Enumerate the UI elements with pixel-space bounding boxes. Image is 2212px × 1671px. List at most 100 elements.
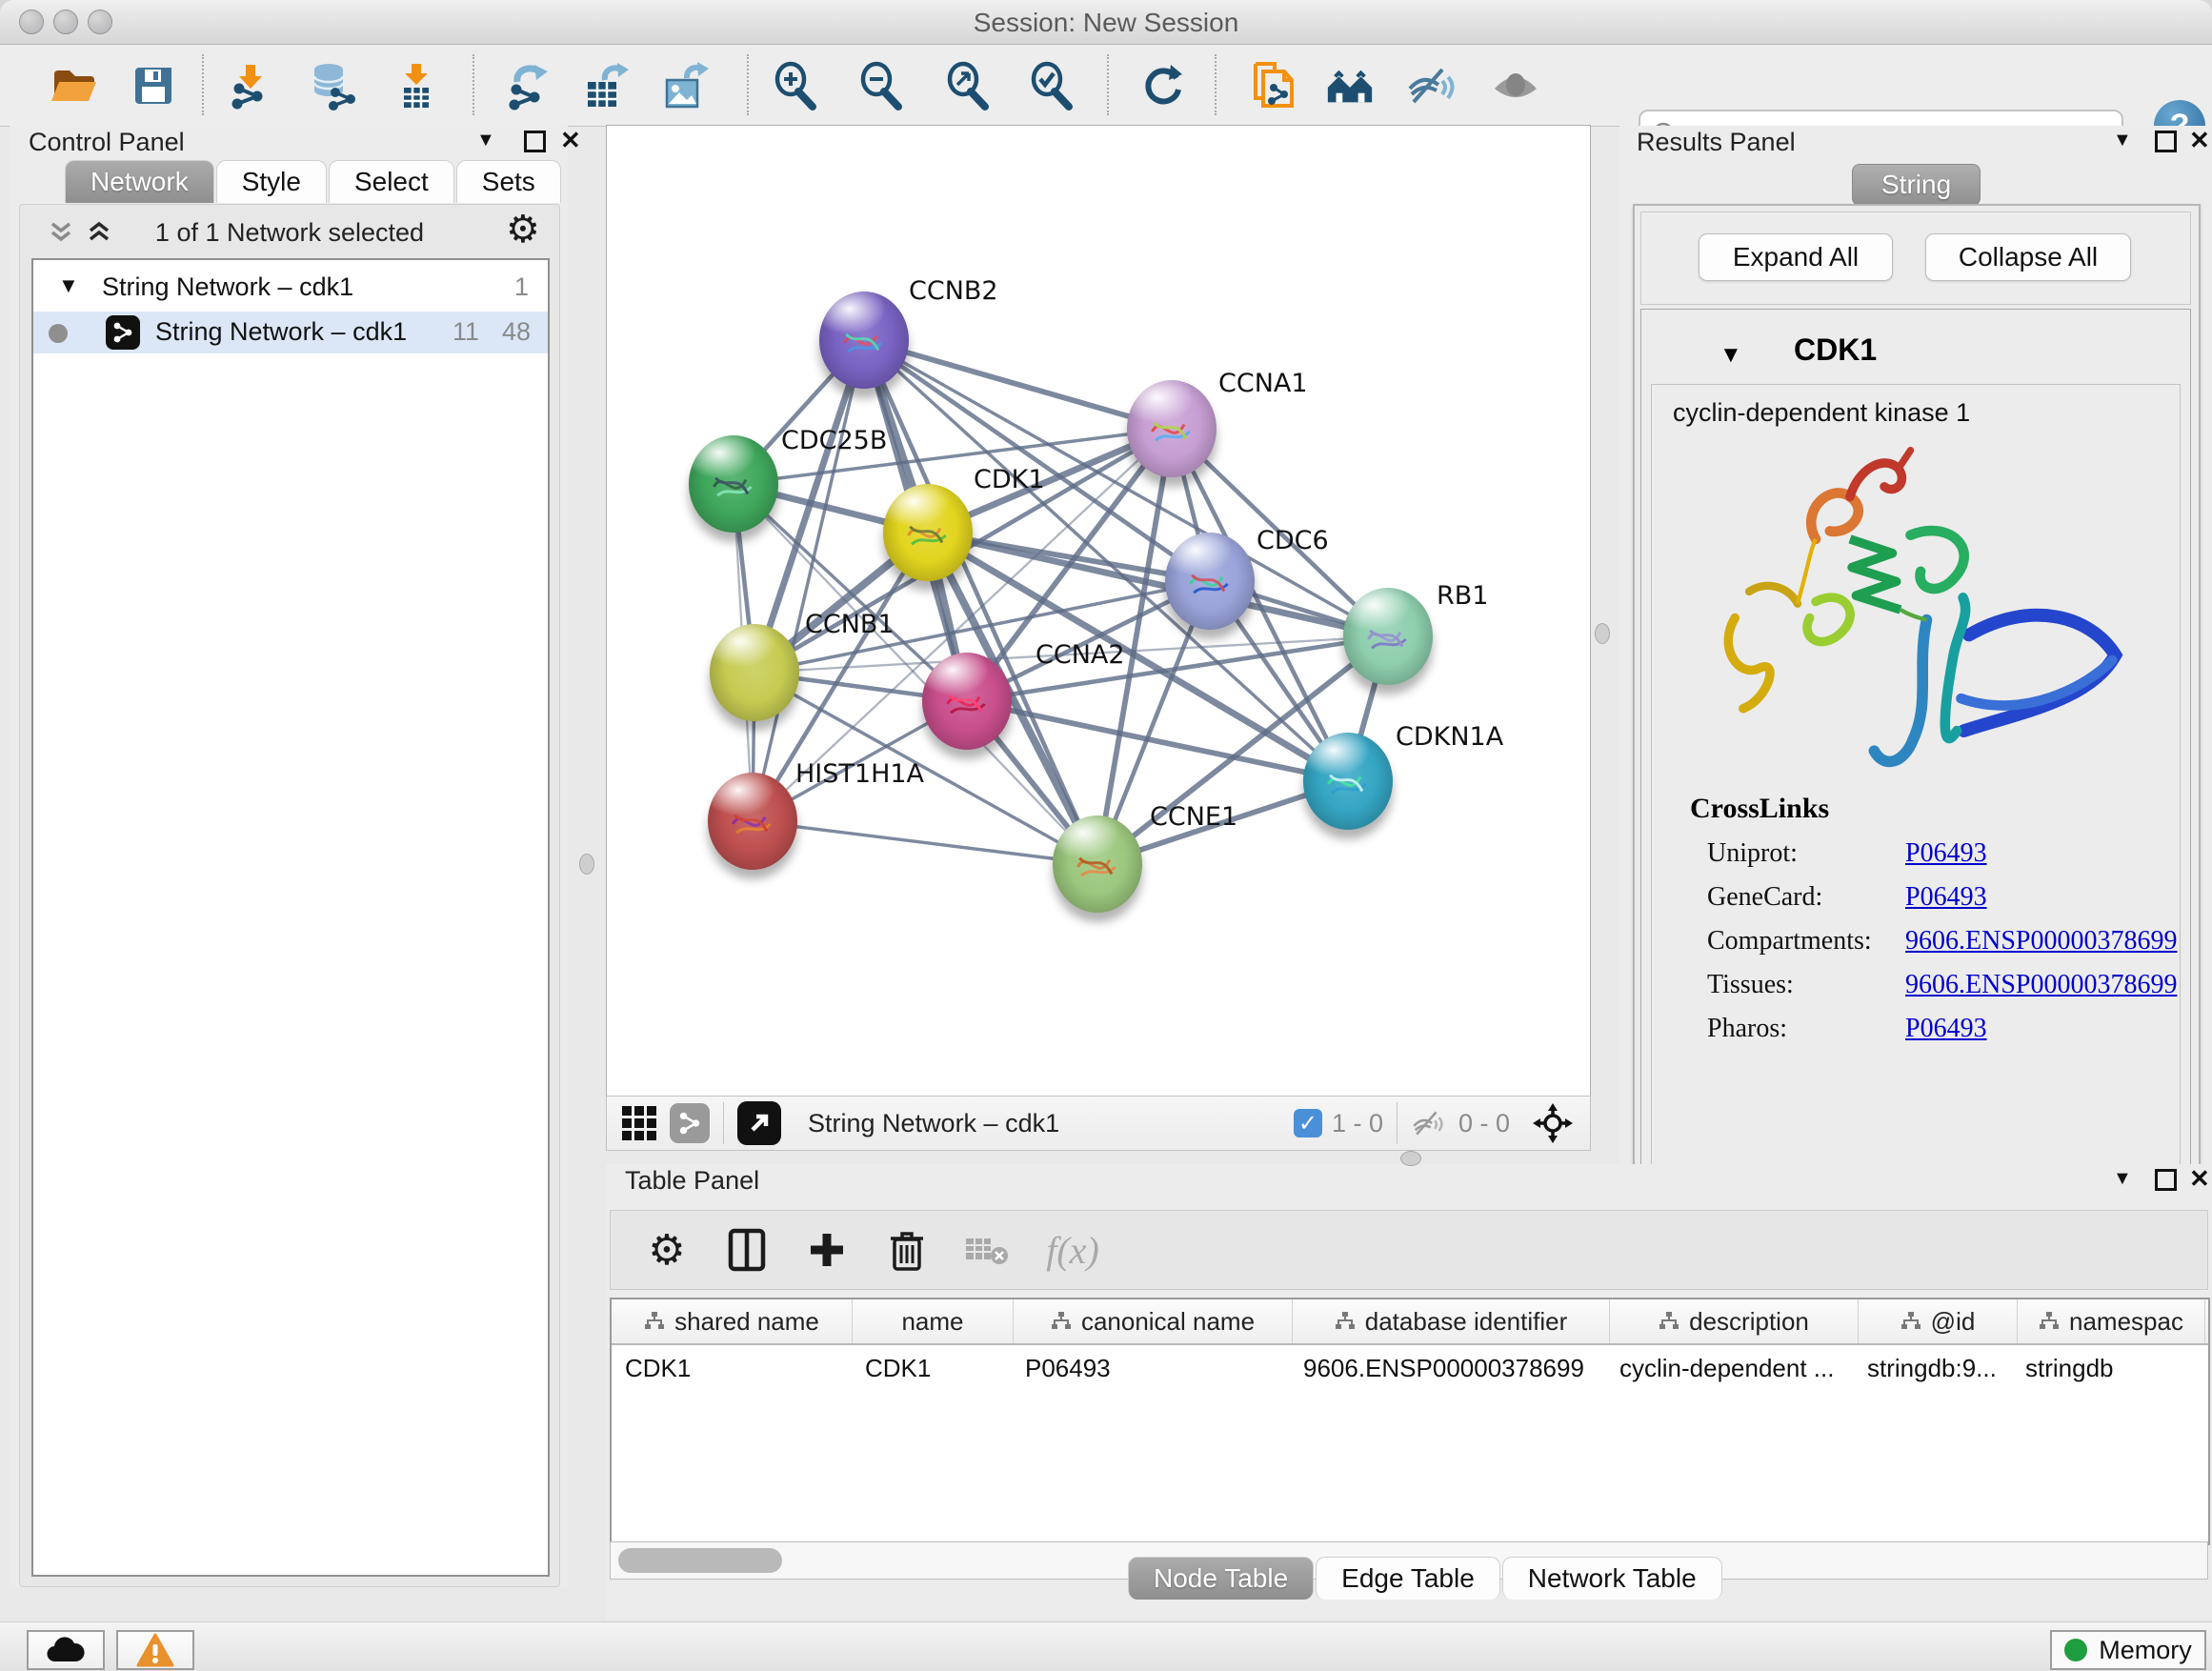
section-caret-icon[interactable]: ▼	[1719, 342, 1742, 369]
tab-style[interactable]: Style	[216, 160, 327, 203]
panel-float-icon[interactable]	[2155, 131, 2177, 152]
network-share-icon[interactable]	[670, 1103, 710, 1143]
collapse-all-button[interactable]: Collapse All	[1925, 233, 2131, 281]
crosslink-label: Tissues:	[1707, 970, 1905, 1000]
export-table-icon[interactable]	[579, 60, 631, 111]
tab-network-table[interactable]: Network Table	[1502, 1557, 1722, 1600]
open-session-icon[interactable]	[48, 60, 99, 111]
zoom-fit-icon[interactable]	[942, 60, 994, 111]
node-CCNA1[interactable]	[1127, 380, 1217, 477]
panel-menu-icon[interactable]: ▼	[2113, 1168, 2132, 1190]
node-label-CDK1: CDK1	[974, 465, 1045, 494]
network-canvas[interactable]: CCNB2CCNA1CDC25BCDK1CDC6RB1CCNB1CCNA2CDK…	[606, 125, 1591, 1097]
column-header-databaseidentifier[interactable]: database identifier	[1293, 1299, 1610, 1343]
network-row-selected[interactable]: String Network – cdk1 11 48	[33, 312, 548, 353]
import-network-database-icon[interactable]	[307, 60, 358, 111]
results-buttons-row: Expand All Collapse All	[1640, 211, 2191, 305]
table-row[interactable]: CDK1CDK1P064939606.ENSP00000378699cyclin…	[612, 1345, 2208, 1391]
column-header-id[interactable]: @id	[1859, 1299, 2018, 1343]
selected-checkbox-icon[interactable]: ✓	[1294, 1109, 1322, 1137]
network-collection-row[interactable]: ▼ String Network – cdk1 1	[33, 268, 548, 310]
tab-select[interactable]: Select	[329, 160, 454, 203]
node-label-CCNB1: CCNB1	[805, 610, 895, 639]
node-CDC25B[interactable]	[689, 435, 778, 533]
panel-menu-icon[interactable]: ▼	[476, 130, 495, 151]
column-header-namespac[interactable]: namespac	[2018, 1299, 2205, 1343]
open-in-new-window-icon[interactable]	[737, 1101, 781, 1145]
string-results-shell: Expand All Collapse All ▼ CDK1 cyclin-de…	[1633, 204, 2201, 1256]
node-label-CCNA1: CCNA1	[1218, 369, 1308, 398]
delete-table-icon[interactable]	[963, 1224, 1011, 1276]
node-CCNB1[interactable]	[710, 624, 799, 721]
crosslink-link[interactable]: P06493	[1905, 1014, 1987, 1044]
panel-float-icon[interactable]	[2155, 1169, 2177, 1191]
table-cell[interactable]: stringdb	[2012, 1345, 2199, 1391]
column-header-canonicalname[interactable]: canonical name	[1014, 1299, 1293, 1343]
node-CDKN1A[interactable]	[1303, 733, 1393, 830]
table-cell[interactable]: 9606.ENSP00000378699	[1290, 1345, 1606, 1391]
panel-float-icon[interactable]	[524, 131, 546, 152]
gene-symbol: CDK1	[1794, 332, 1877, 368]
node-CCNB2[interactable]	[819, 292, 909, 389]
crosslink-link[interactable]: P06493	[1905, 838, 1987, 869]
table-cell[interactable]: cyclin-dependent ...	[1606, 1345, 1854, 1391]
table-settings-gear-icon[interactable]: ⚙	[643, 1224, 691, 1276]
crosslink-link[interactable]: P06493	[1905, 882, 1987, 913]
crosshair-icon[interactable]	[1531, 1101, 1575, 1145]
show-columns-icon[interactable]	[723, 1224, 771, 1276]
node-HIST1H1A[interactable]	[708, 773, 797, 870]
memory-button[interactable]: Memory	[2050, 1630, 2206, 1670]
table-cell[interactable]: CDK1	[852, 1345, 1012, 1391]
import-network-icon[interactable]	[224, 60, 275, 111]
gear-icon[interactable]: ⚙	[506, 211, 540, 249]
table-cell[interactable]: P06493	[1012, 1345, 1290, 1391]
table-cell[interactable]: stringdb:9...	[1854, 1345, 2012, 1391]
tab-sets[interactable]: Sets	[456, 160, 561, 203]
tab-node-table[interactable]: Node Table	[1128, 1557, 1314, 1600]
node-CDC6[interactable]	[1165, 533, 1255, 630]
crosslink-row: Compartments:9606.ENSP00000378699	[1707, 926, 2180, 956]
zoom-selected-icon[interactable]	[1026, 60, 1077, 111]
panel-close-icon[interactable]: ✕	[560, 126, 581, 155]
first-neighbors-icon[interactable]	[1324, 60, 1376, 111]
tab-string[interactable]: String	[1852, 164, 1981, 206]
node-CDK1[interactable]	[883, 484, 973, 581]
crosslink-link[interactable]: 9606.ENSP00000378699	[1905, 926, 2177, 956]
show-all-icon[interactable]	[1490, 60, 1541, 111]
bottom-splitter-handle[interactable]	[1400, 1151, 1421, 1166]
zoom-out-icon[interactable]	[855, 60, 907, 111]
scrollbar-thumb[interactable]	[618, 1548, 782, 1573]
warnings-button[interactable]	[116, 1630, 194, 1670]
node-CCNE1[interactable]	[1053, 815, 1142, 913]
export-image-icon[interactable]	[659, 60, 711, 111]
create-column-icon[interactable]	[803, 1224, 851, 1276]
import-table-icon[interactable]	[390, 60, 441, 111]
column-header-name[interactable]: name	[853, 1299, 1014, 1343]
tab-edge-table[interactable]: Edge Table	[1316, 1557, 1500, 1600]
tree-caret-icon[interactable]: ▼	[58, 273, 79, 298]
export-network-icon[interactable]	[501, 60, 553, 111]
file-share-icon[interactable]	[1246, 60, 1297, 111]
panel-menu-icon[interactable]: ▼	[2113, 130, 2132, 151]
expand-all-button[interactable]: Expand All	[1699, 233, 1893, 281]
panel-close-icon[interactable]: ✕	[2189, 126, 2210, 155]
refresh-icon[interactable]	[1137, 60, 1189, 111]
zoom-in-icon[interactable]	[770, 60, 821, 111]
left-splitter-handle[interactable]	[579, 854, 594, 875]
crosslink-link[interactable]: 9606.ENSP00000378699	[1905, 970, 2177, 1000]
column-header-description[interactable]: description	[1610, 1299, 1859, 1343]
delete-column-trash-icon[interactable]	[883, 1224, 931, 1276]
hide-selected-icon[interactable]	[1406, 60, 1458, 111]
cloud-status-button[interactable]	[27, 1630, 105, 1670]
birdseye-grid-icon[interactable]	[622, 1106, 656, 1140]
function-builder-icon[interactable]: f(x)	[1049, 1224, 1096, 1276]
panel-close-icon[interactable]: ✕	[2189, 1164, 2210, 1194]
column-header-sharedname[interactable]: shared name	[612, 1299, 853, 1343]
node-CCNA2[interactable]	[922, 653, 1012, 750]
save-session-icon[interactable]	[128, 60, 179, 111]
node-RB1[interactable]	[1343, 588, 1433, 685]
tab-network[interactable]: Network	[65, 160, 214, 203]
right-splitter-handle[interactable]	[1595, 623, 1610, 644]
table-cell[interactable]: CDK1	[612, 1345, 852, 1391]
hidden-eye-icon[interactable]	[1411, 1108, 1449, 1138]
